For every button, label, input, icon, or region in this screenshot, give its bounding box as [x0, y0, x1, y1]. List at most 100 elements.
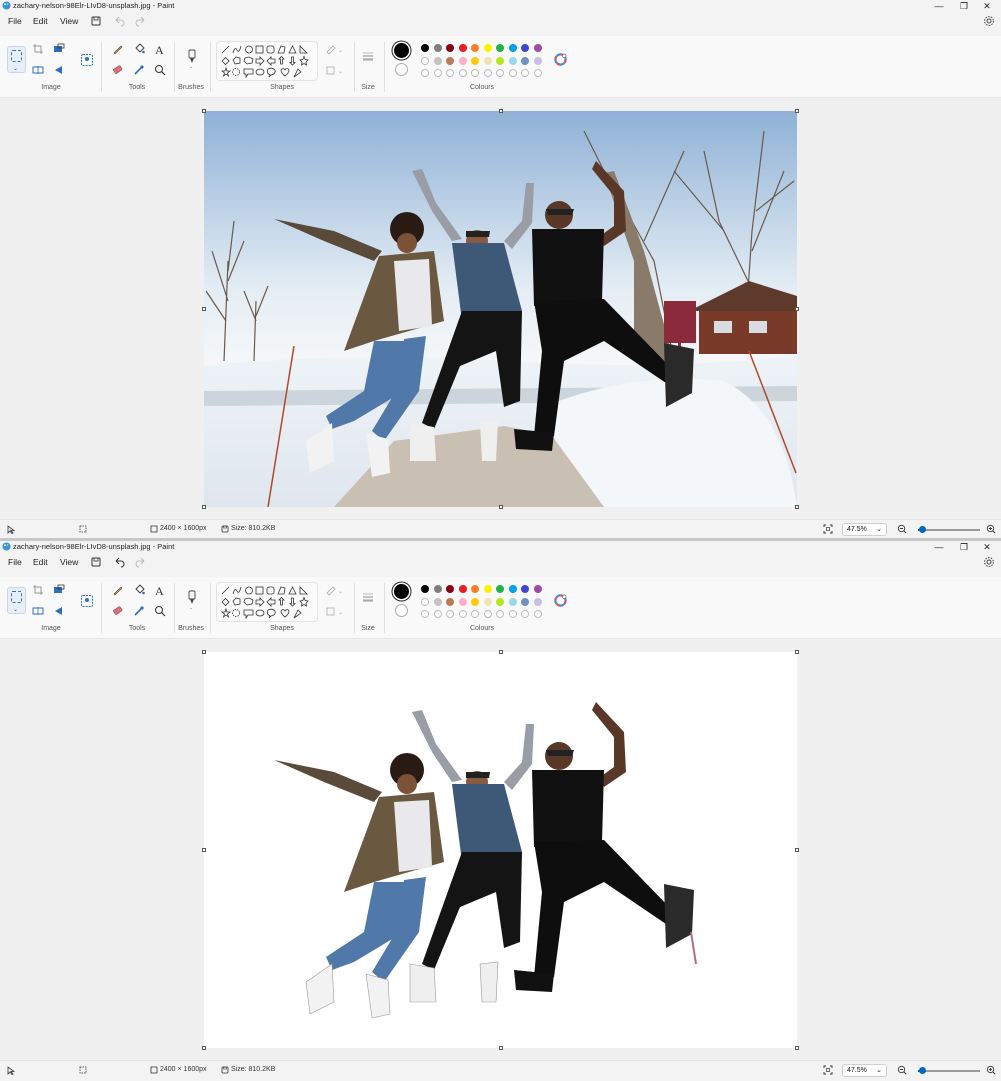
minimize-button[interactable]: —	[927, 0, 951, 12]
color-swatch[interactable]	[483, 44, 492, 52]
fit-to-window-icon[interactable]	[823, 1065, 833, 1075]
color-swatch[interactable]	[471, 56, 479, 65]
custom-color-slot[interactable]	[421, 69, 429, 77]
resize-handle[interactable]	[202, 505, 206, 509]
zoom-slider-thumb[interactable]	[919, 526, 926, 533]
color-swatch[interactable]	[496, 585, 504, 593]
custom-color-slot[interactable]	[458, 69, 467, 77]
fill-bucket-icon[interactable]	[132, 42, 146, 56]
resize-handle[interactable]	[795, 1046, 799, 1050]
resize-handle[interactable]	[498, 650, 503, 654]
zoom-out-icon[interactable]	[897, 1065, 907, 1075]
color-swatch[interactable]	[521, 44, 529, 52]
resize-handle[interactable]	[202, 109, 206, 113]
resize-handle[interactable]	[202, 1046, 206, 1050]
shapes-gallery[interactable]	[216, 41, 318, 81]
shape-outline-icon[interactable]: ⌄	[324, 583, 346, 597]
color-swatch[interactable]	[446, 585, 454, 593]
resize-icon[interactable]	[52, 42, 66, 56]
resize-handle[interactable]	[795, 505, 799, 509]
magnifier-icon[interactable]	[153, 63, 167, 77]
color-swatch[interactable]	[458, 585, 467, 593]
zoom-in-icon[interactable]	[986, 524, 996, 534]
color-swatch[interactable]	[508, 585, 517, 593]
resize-handle[interactable]	[795, 650, 799, 654]
pencil-icon[interactable]	[111, 42, 125, 56]
save-icon[interactable]	[89, 14, 103, 28]
color-swatch[interactable]	[496, 56, 504, 65]
resize-handle[interactable]	[202, 848, 206, 852]
shape-fill-icon[interactable]: ⌄	[324, 63, 346, 77]
zoom-in-icon[interactable]	[986, 1065, 996, 1075]
color-picker-icon[interactable]	[132, 63, 146, 77]
color-swatch[interactable]	[458, 597, 467, 606]
resize-handle[interactable]	[795, 109, 799, 113]
menu-view[interactable]: View	[60, 16, 78, 26]
rotate-icon[interactable]	[52, 604, 66, 618]
custom-color-slot[interactable]	[446, 610, 454, 618]
custom-color-slot[interactable]	[471, 610, 479, 618]
color-swatch[interactable]	[533, 585, 542, 593]
color-swatch[interactable]	[421, 585, 429, 593]
maximize-button[interactable]: ❐	[952, 0, 976, 12]
color-swatch[interactable]	[508, 56, 517, 65]
zoom-slider[interactable]	[918, 526, 980, 533]
resize-handle[interactable]	[498, 109, 503, 113]
canvas-area[interactable]	[0, 640, 1001, 1059]
menu-edit[interactable]: Edit	[33, 16, 48, 26]
fill-bucket-icon[interactable]	[132, 583, 146, 597]
custom-color-slot[interactable]	[508, 69, 517, 77]
custom-color-slot[interactable]	[446, 69, 454, 77]
color-swatch[interactable]	[521, 56, 529, 65]
magnifier-icon[interactable]	[153, 604, 167, 618]
crop-icon[interactable]	[31, 42, 45, 56]
menu-file[interactable]: File	[8, 557, 22, 567]
color-swatch[interactable]	[521, 585, 529, 593]
save-icon[interactable]	[89, 555, 103, 569]
color-swatch[interactable]	[471, 44, 479, 52]
custom-color-slot[interactable]	[533, 610, 542, 618]
edit-colors-icon[interactable]	[554, 53, 567, 66]
stroke-size-icon[interactable]	[361, 49, 375, 63]
color-swatch[interactable]	[433, 597, 442, 606]
image-canvas[interactable]	[204, 111, 797, 507]
custom-color-slot[interactable]	[533, 69, 542, 77]
custom-color-slot[interactable]	[458, 610, 467, 618]
brush-icon[interactable]: ⌄	[185, 589, 199, 609]
color-swatch[interactable]	[496, 597, 504, 606]
color-swatch[interactable]	[533, 597, 542, 606]
resize-handle[interactable]	[795, 307, 799, 311]
remove-background-icon[interactable]	[80, 594, 94, 608]
canvas-area[interactable]	[0, 99, 1001, 518]
color-swatch[interactable]	[508, 597, 517, 606]
custom-color-slot[interactable]	[496, 69, 504, 77]
custom-color-slot[interactable]	[433, 610, 442, 618]
color-swatch[interactable]	[433, 56, 442, 65]
shape-icons[interactable]	[220, 44, 316, 80]
color-swatch[interactable]	[421, 44, 429, 52]
color-swatch[interactable]	[458, 44, 467, 52]
secondary-color-swatch[interactable]	[395, 604, 408, 617]
resize-handle[interactable]	[498, 1046, 503, 1050]
settings-gear-icon[interactable]	[983, 556, 995, 568]
custom-color-slot[interactable]	[471, 69, 479, 77]
image-canvas[interactable]	[204, 652, 797, 1048]
custom-color-slot[interactable]	[483, 69, 492, 77]
color-swatch[interactable]	[483, 597, 492, 606]
zoom-slider[interactable]	[918, 1067, 980, 1074]
color-swatch[interactable]	[521, 597, 529, 606]
maximize-button[interactable]: ❐	[952, 541, 976, 553]
custom-color-slot[interactable]	[421, 610, 429, 618]
undo-icon[interactable]	[112, 555, 126, 569]
resize-handle[interactable]	[202, 650, 206, 654]
fit-to-window-icon[interactable]	[823, 524, 833, 534]
close-button[interactable]: ✕	[975, 0, 999, 12]
stroke-size-icon[interactable]	[361, 590, 375, 604]
color-swatch[interactable]	[446, 44, 454, 52]
redo-icon[interactable]	[134, 14, 148, 28]
color-swatch[interactable]	[496, 44, 504, 52]
custom-color-slot[interactable]	[496, 610, 504, 618]
shape-icons[interactable]	[220, 585, 316, 621]
color-swatch[interactable]	[483, 585, 492, 593]
color-swatch[interactable]	[458, 56, 467, 65]
